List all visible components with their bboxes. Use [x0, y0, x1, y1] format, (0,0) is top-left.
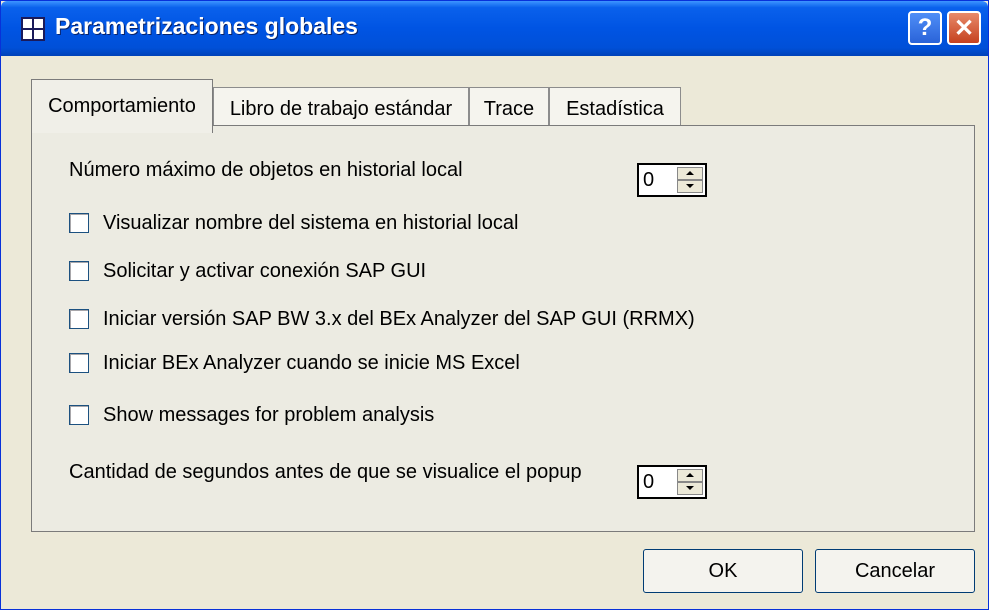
checkbox-iniciar-rrmx[interactable]	[69, 309, 89, 329]
max-objects-spinner[interactable]: 0	[637, 163, 707, 197]
tab-comportamiento[interactable]: Comportamiento	[31, 79, 213, 133]
checkbox-visualizar-nombre[interactable]	[69, 213, 89, 233]
popup-seconds-label: Cantidad de segundos antes de que se vis…	[69, 461, 582, 483]
checkbox-iniciar-excel[interactable]	[69, 353, 89, 373]
spin-down-icon[interactable]	[677, 180, 703, 193]
close-button[interactable]: ✕	[947, 11, 981, 45]
checkbox-row-visualizar-nombre[interactable]: Visualizar nombre del sistema en histori…	[69, 211, 518, 235]
ok-button[interactable]: OK	[643, 549, 803, 593]
checkbox-solicitar-conexion[interactable]	[69, 261, 89, 281]
checkbox-row-show-messages[interactable]: Show messages for problem analysis	[69, 403, 434, 427]
spinner-buttons	[677, 167, 703, 193]
max-objects-label: Número máximo de objetos en historial lo…	[69, 159, 463, 181]
cancel-button[interactable]: Cancelar	[815, 549, 975, 593]
spinner-buttons	[677, 469, 703, 495]
checkbox-label: Iniciar versión SAP BW 3.x del BEx Analy…	[103, 307, 695, 330]
max-objects-value: 0	[643, 169, 655, 191]
checkbox-label: Iniciar BEx Analyzer cuando se inicie MS…	[103, 351, 520, 374]
spin-up-icon[interactable]	[677, 167, 703, 180]
checkbox-label: Show messages for problem analysis	[103, 403, 435, 426]
checkbox-row-solicitar-conexion[interactable]: Solicitar y activar conexión SAP GUI	[69, 259, 426, 283]
dialog-window: Parametrizaciones globales ? ✕ Comportam…	[0, 0, 989, 610]
title-bar[interactable]: Parametrizaciones globales ? ✕	[1, 1, 988, 56]
table-grid-icon	[21, 17, 45, 41]
checkbox-label: Solicitar y activar conexión SAP GUI	[103, 259, 427, 282]
spin-down-icon[interactable]	[677, 482, 703, 495]
popup-seconds-value: 0	[643, 471, 655, 493]
checkbox-row-iniciar-excel[interactable]: Iniciar BEx Analyzer cuando se inicie MS…	[69, 351, 520, 375]
popup-seconds-spinner[interactable]: 0	[637, 465, 707, 499]
checkbox-row-iniciar-rrmx[interactable]: Iniciar versión SAP BW 3.x del BEx Analy…	[69, 307, 695, 331]
help-button[interactable]: ?	[908, 11, 942, 45]
window-title: Parametrizaciones globales	[55, 13, 358, 39]
spin-up-icon[interactable]	[677, 469, 703, 482]
checkbox-show-messages[interactable]	[69, 405, 89, 425]
checkbox-label: Visualizar nombre del sistema en histori…	[103, 211, 519, 234]
